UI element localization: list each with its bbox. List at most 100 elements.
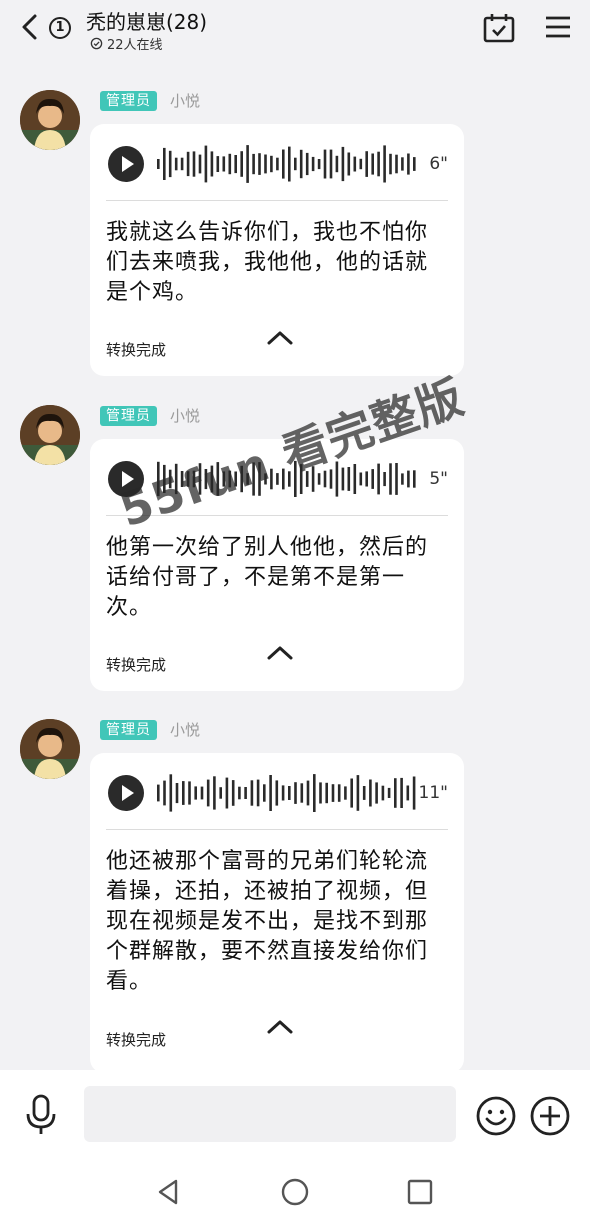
waveform-bar — [387, 787, 391, 798]
system-navbar — [0, 1162, 590, 1225]
message-item: 管理员 小悦 6" 我就这么告诉你们，我也不怕你们去来喷我，我他他，他的话就是个… — [0, 88, 590, 383]
voice-duration: 5" — [429, 469, 448, 489]
triangle-back-icon[interactable] — [152, 1176, 184, 1208]
chevron-up-icon[interactable] — [266, 1018, 294, 1036]
sender-name: 小悦 — [170, 92, 201, 110]
waveform-bar — [350, 778, 353, 808]
waveform-bar — [369, 779, 372, 807]
waveform-bar — [401, 473, 404, 485]
waveform-bar — [413, 157, 416, 171]
waveform-bar — [395, 463, 398, 495]
waveform-bar — [365, 471, 368, 487]
unread-count-badge[interactable]: 1 — [49, 17, 71, 39]
play-button[interactable] — [108, 146, 144, 182]
waveform-bar — [282, 149, 285, 179]
waveform-bar — [335, 155, 339, 173]
waveform-bar — [325, 782, 328, 804]
voice-player: 6" — [106, 142, 448, 186]
avatar[interactable] — [20, 405, 80, 465]
waveform-bar — [305, 152, 309, 176]
play-button[interactable] — [108, 775, 144, 811]
chevron-left-icon[interactable] — [18, 12, 40, 42]
conversion-status: 转换完成 — [106, 341, 167, 359]
plus-circle-icon[interactable] — [528, 1094, 572, 1138]
waveform-bar — [377, 463, 380, 495]
waveform-bar — [359, 158, 363, 170]
waveform-icon[interactable] — [156, 773, 418, 813]
waveform-bar — [329, 149, 333, 179]
waveform-bar — [219, 787, 222, 799]
smiley-icon[interactable] — [474, 1094, 518, 1138]
waveform-bar — [401, 157, 404, 171]
voice-duration: 11" — [418, 783, 448, 803]
waveform-bar — [299, 149, 303, 179]
waveform-bar — [371, 469, 374, 489]
waveform-bar — [225, 777, 229, 809]
waveform-bar — [206, 779, 210, 807]
waveform-bar — [375, 782, 378, 804]
calendar-check-icon[interactable] — [482, 12, 516, 44]
waveform-bar — [222, 156, 226, 172]
hamburger-menu-icon[interactable] — [544, 14, 572, 40]
waveform-bar — [395, 154, 398, 174]
waveform-bar — [216, 156, 220, 172]
avatar-image — [20, 405, 80, 465]
waveform-bar — [407, 153, 410, 175]
transcript-text: 我就这么告诉你们，我也不怕你们去来喷我，我他他，他的话就是个鸡。 — [106, 220, 429, 305]
waveform-bar — [412, 776, 416, 810]
waveform-bar — [175, 783, 179, 804]
message-input[interactable] — [84, 1086, 456, 1142]
waveform-bar — [198, 154, 202, 174]
waveform-bar — [168, 150, 172, 178]
waveform-bar — [341, 467, 345, 491]
chat-header: 1 秃的崽崽(28) 22人在线 — [0, 0, 590, 62]
waveform-bar — [347, 152, 351, 176]
message-input-bar — [0, 1070, 590, 1162]
voice-message-bubble[interactable]: 6" 我就这么告诉你们，我也不怕你们去来喷我，我他他，他的话就是个鸡。 转换完成 — [90, 124, 464, 376]
waveform-bar — [362, 786, 366, 800]
avatar[interactable] — [20, 90, 80, 150]
sender-name: 小悦 — [170, 721, 201, 739]
waveform-bar — [317, 159, 321, 170]
waveform-bar — [200, 786, 204, 800]
waveform-bar — [306, 780, 310, 806]
waveform-bar — [234, 155, 237, 174]
voice-message-bubble[interactable]: 11" 他还被那个富哥的兄弟们轮轮流着操，还拍，还被拍了视频，但现在视频是发不出… — [90, 753, 464, 1073]
waveform-bar — [359, 472, 363, 486]
waveform-bar — [276, 157, 279, 171]
transcript-text: 他第一次给了别人他他，然后的话给付哥了，不是第不是第一次。 — [106, 535, 429, 620]
waveform-bar — [329, 469, 333, 489]
avatar-image — [20, 719, 80, 779]
waveform-bar — [371, 153, 374, 175]
message-item: 管理员 小悦 11" 他还被那个富哥的兄弟们轮轮流着操，还拍，还被拍了视频，但现… — [0, 717, 590, 1073]
waveform-bar — [389, 463, 392, 495]
waveform-bar — [269, 775, 272, 811]
voice-duration: 6" — [429, 154, 448, 174]
waveform-icon[interactable] — [156, 144, 418, 184]
waveform-bar — [353, 464, 357, 494]
waveform-bar — [288, 786, 291, 800]
waveform-bar — [169, 774, 173, 812]
waveform-bar — [407, 470, 410, 488]
waveform-bar — [163, 780, 166, 806]
conversion-status: 转换完成 — [106, 1031, 167, 1049]
waveform-bar — [337, 784, 341, 802]
microphone-icon[interactable] — [24, 1094, 58, 1136]
waveform-bar — [174, 157, 178, 171]
circle-home-icon[interactable] — [279, 1176, 311, 1208]
waveform-bar — [270, 155, 273, 173]
waveform-bar — [194, 786, 197, 800]
waveform-bar — [192, 151, 196, 177]
waveform-bar — [353, 156, 357, 172]
square-recent-icon[interactable] — [404, 1176, 436, 1208]
waveform-bar — [281, 785, 285, 801]
chevron-up-icon[interactable] — [266, 644, 294, 662]
waveform-bar — [258, 153, 261, 175]
divider — [106, 200, 448, 201]
waveform-bar — [264, 154, 267, 174]
avatar[interactable] — [20, 719, 80, 779]
avatar-image — [20, 90, 80, 150]
waveform-bar — [256, 779, 260, 807]
online-status: 22人在线 — [90, 34, 163, 53]
chevron-up-icon[interactable] — [266, 329, 294, 347]
